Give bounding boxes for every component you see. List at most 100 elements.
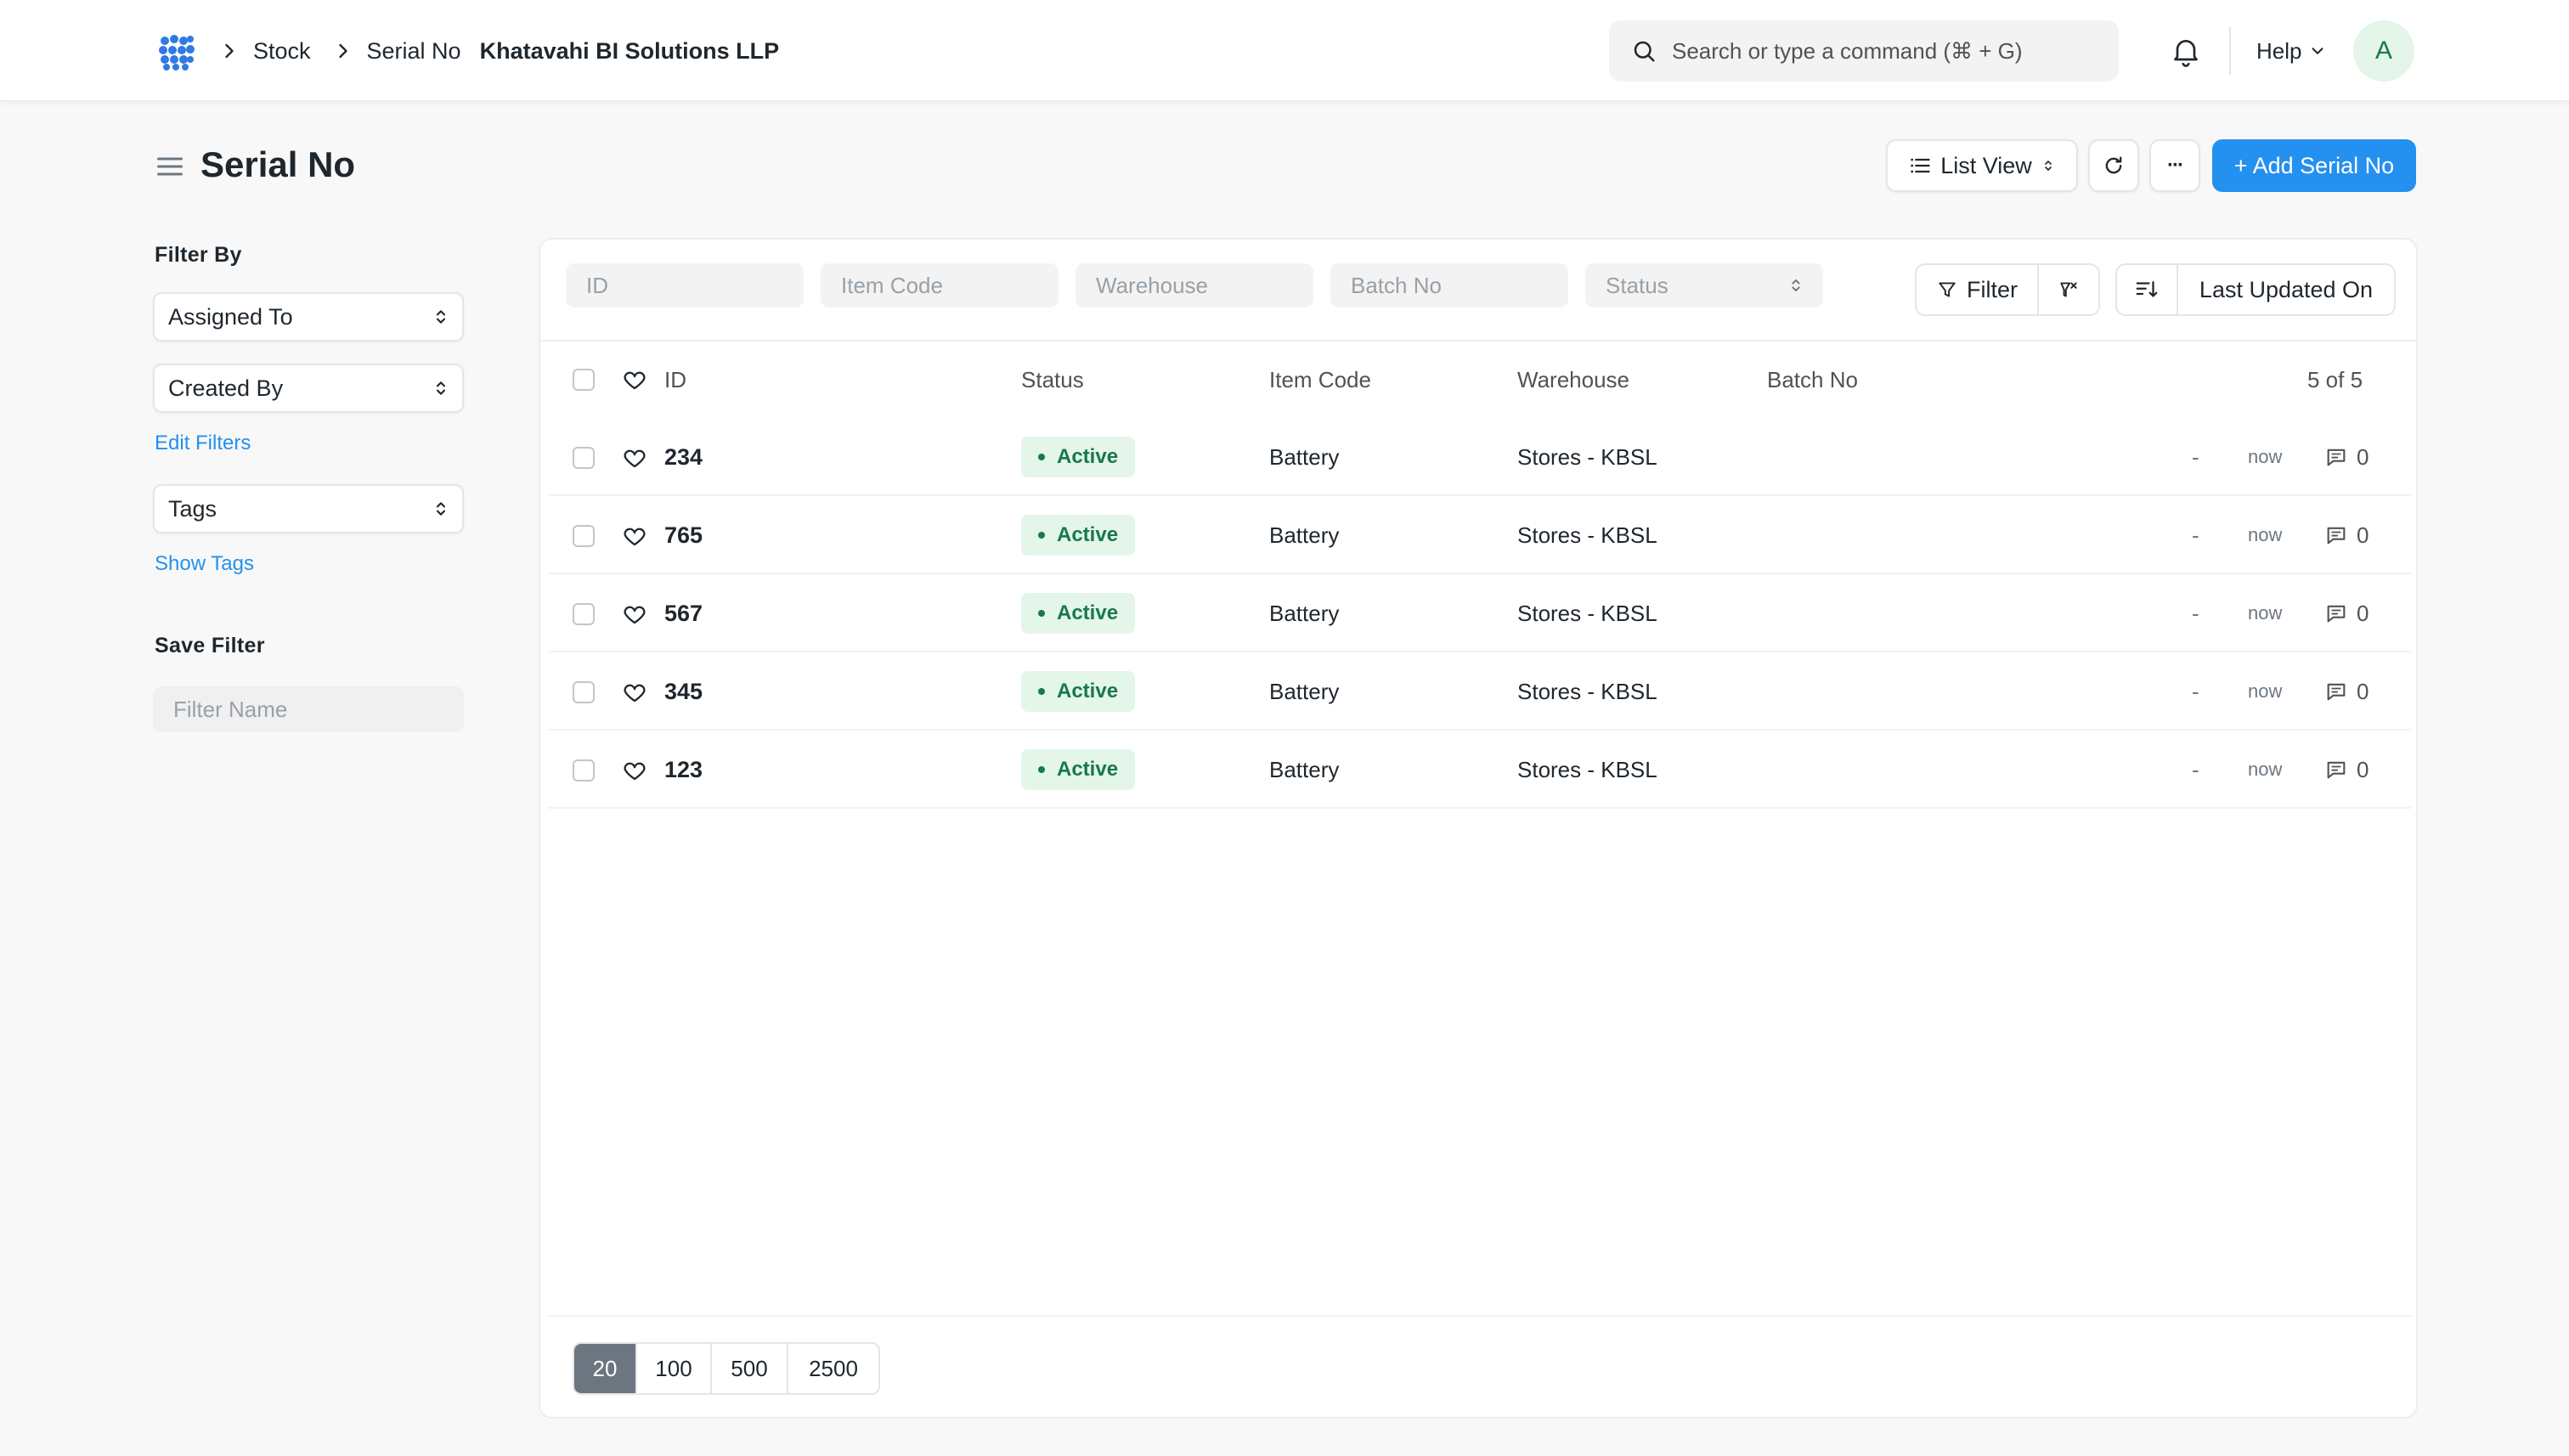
comment-count[interactable]: 0 (2324, 754, 2369, 785)
row-id[interactable]: 123 (664, 754, 703, 785)
status-badge: Active (1021, 593, 1136, 634)
app-logo-icon[interactable] (158, 34, 195, 71)
search-input[interactable]: Search or type a command (⌘ + G) (1609, 20, 2119, 82)
page-length-2500[interactable]: 2500 (788, 1344, 878, 1393)
status-text: Active (1057, 523, 1119, 546)
breadcrumb: Stock Serial No Khatavahi BI Solutions L… (217, 32, 799, 70)
heart-icon[interactable] (622, 601, 647, 627)
table-row[interactable]: 765 Active Battery Stores - KBSL - now 0 (549, 496, 2411, 574)
add-serial-no-button[interactable]: + Add Serial No (2212, 139, 2416, 192)
heart-icon[interactable] (622, 367, 647, 392)
edit-filters-link[interactable]: Edit Filters (155, 432, 251, 455)
comment-count[interactable]: 0 (2324, 676, 2369, 707)
column-item-code[interactable]: Item Code (1269, 365, 1371, 394)
row-warehouse: Stores - KBSL (1517, 756, 1657, 782)
select-caret-icon (1792, 279, 1800, 292)
column-id[interactable]: ID (664, 365, 686, 394)
heart-icon[interactable] (622, 680, 647, 705)
list-view-button[interactable]: List View (1886, 139, 2078, 192)
save-filter-label: Save Filter (155, 634, 265, 657)
table-row[interactable]: 567 Active Battery Stores - KBSL - now 0 (549, 574, 2411, 652)
chevron-down-icon (2312, 48, 2323, 54)
row-id[interactable]: 567 (664, 598, 703, 629)
row-dash: - (2192, 678, 2199, 704)
row-warehouse: Stores - KBSL (1517, 443, 1657, 470)
table-row[interactable]: 123 Active Battery Stores - KBSL - now 0 (549, 731, 2411, 809)
assigned-to-label: Assigned To (168, 303, 293, 330)
filter-label: Filter (1967, 276, 2018, 302)
filter-x-icon (2060, 282, 2077, 297)
pager-divider (549, 1315, 2411, 1317)
warehouse-filter-input[interactable]: Warehouse (1076, 263, 1313, 308)
breadcrumb-serial-no[interactable]: Serial No (367, 38, 461, 65)
show-tags-link[interactable]: Show Tags (155, 552, 254, 576)
row-modified: now (2248, 602, 2283, 624)
sort-by-button[interactable]: Last Updated On (2178, 265, 2394, 314)
comment-count[interactable]: 0 (2324, 598, 2369, 629)
bell-icon[interactable] (2169, 34, 2203, 68)
row-checkbox[interactable] (573, 681, 595, 703)
status-dot (1038, 532, 1045, 539)
select-all-checkbox[interactable] (573, 369, 595, 391)
column-status[interactable]: Status (1021, 365, 1084, 394)
comment-count[interactable]: 0 (2324, 442, 2369, 472)
column-batch-no[interactable]: Batch No (1767, 365, 1858, 394)
created-by-select[interactable]: Created By (153, 364, 464, 413)
avatar[interactable]: A (2353, 20, 2414, 82)
page-length-20[interactable]: 20 (574, 1344, 637, 1393)
filter-button-group: Filter (1915, 263, 2100, 316)
row-item-code: Battery (1269, 678, 1340, 704)
row-id[interactable]: 234 (664, 442, 703, 472)
row-item-code: Battery (1269, 443, 1340, 470)
menu-icon[interactable] (155, 151, 185, 182)
status-text: Active (1057, 680, 1119, 703)
help-dropdown[interactable]: Help (2256, 32, 2327, 70)
id-filter-input[interactable]: ID (566, 263, 804, 308)
breadcrumb-stock[interactable]: Stock (253, 38, 311, 65)
comment-count-text: 0 (2357, 522, 2369, 548)
table-row[interactable]: 234 Active Battery Stores - KBSL - now 0 (549, 418, 2411, 496)
filter-name-input[interactable]: Filter Name (153, 686, 464, 732)
comment-count-text: 0 (2357, 756, 2369, 782)
refresh-button[interactable] (2088, 139, 2139, 192)
status-filter-select[interactable]: Status (1585, 263, 1823, 308)
clear-filters-button[interactable] (2039, 265, 2098, 314)
row-id[interactable]: 765 (664, 520, 703, 550)
row-checkbox[interactable] (573, 603, 595, 625)
table-row[interactable]: 345 Active Battery Stores - KBSL - now 0 (549, 652, 2411, 731)
page-length-100[interactable]: 100 (637, 1344, 712, 1393)
comment-count[interactable]: 0 (2324, 520, 2369, 550)
list-view-label: List View (1940, 152, 2032, 178)
filter-button[interactable]: Filter (1917, 265, 2039, 314)
assigned-to-select[interactable]: Assigned To (153, 292, 464, 341)
row-checkbox[interactable] (573, 525, 595, 547)
comment-icon (2327, 449, 2346, 466)
status-filter-label: Status (1606, 272, 1668, 298)
list-header: ID Status Item Code Warehouse Batch No 5… (540, 341, 2416, 418)
chevron-right-icon (225, 43, 234, 59)
row-checkbox[interactable] (573, 447, 595, 469)
more-actions-button[interactable]: ··· (2149, 139, 2200, 192)
status-badge: Active (1021, 515, 1136, 556)
comment-count-text: 0 (2357, 678, 2369, 704)
status-dot (1038, 454, 1045, 460)
comment-icon (2327, 605, 2346, 623)
heart-icon[interactable] (622, 758, 647, 783)
tags-select[interactable]: Tags (153, 484, 464, 533)
sort-direction-button[interactable] (2117, 265, 2178, 314)
list-icon (1911, 158, 1930, 173)
row-dash: - (2192, 443, 2199, 470)
row-id[interactable]: 345 (664, 676, 703, 707)
item-code-filter-input[interactable]: Item Code (821, 263, 1059, 308)
result-count: 5 of 5 (2307, 366, 2363, 392)
page-length-500[interactable]: 500 (712, 1344, 788, 1393)
batch-no-filter-input[interactable]: Batch No (1330, 263, 1568, 308)
row-dash: - (2192, 600, 2199, 626)
heart-icon[interactable] (622, 445, 647, 471)
sort-descending-icon (2136, 281, 2158, 297)
column-warehouse[interactable]: Warehouse (1517, 365, 1629, 394)
help-label: Help (2256, 37, 2302, 64)
heart-icon[interactable] (622, 523, 647, 549)
row-checkbox[interactable] (573, 759, 595, 782)
filter-bar: ID Item Code Warehouse Batch No Status F… (540, 240, 2416, 341)
